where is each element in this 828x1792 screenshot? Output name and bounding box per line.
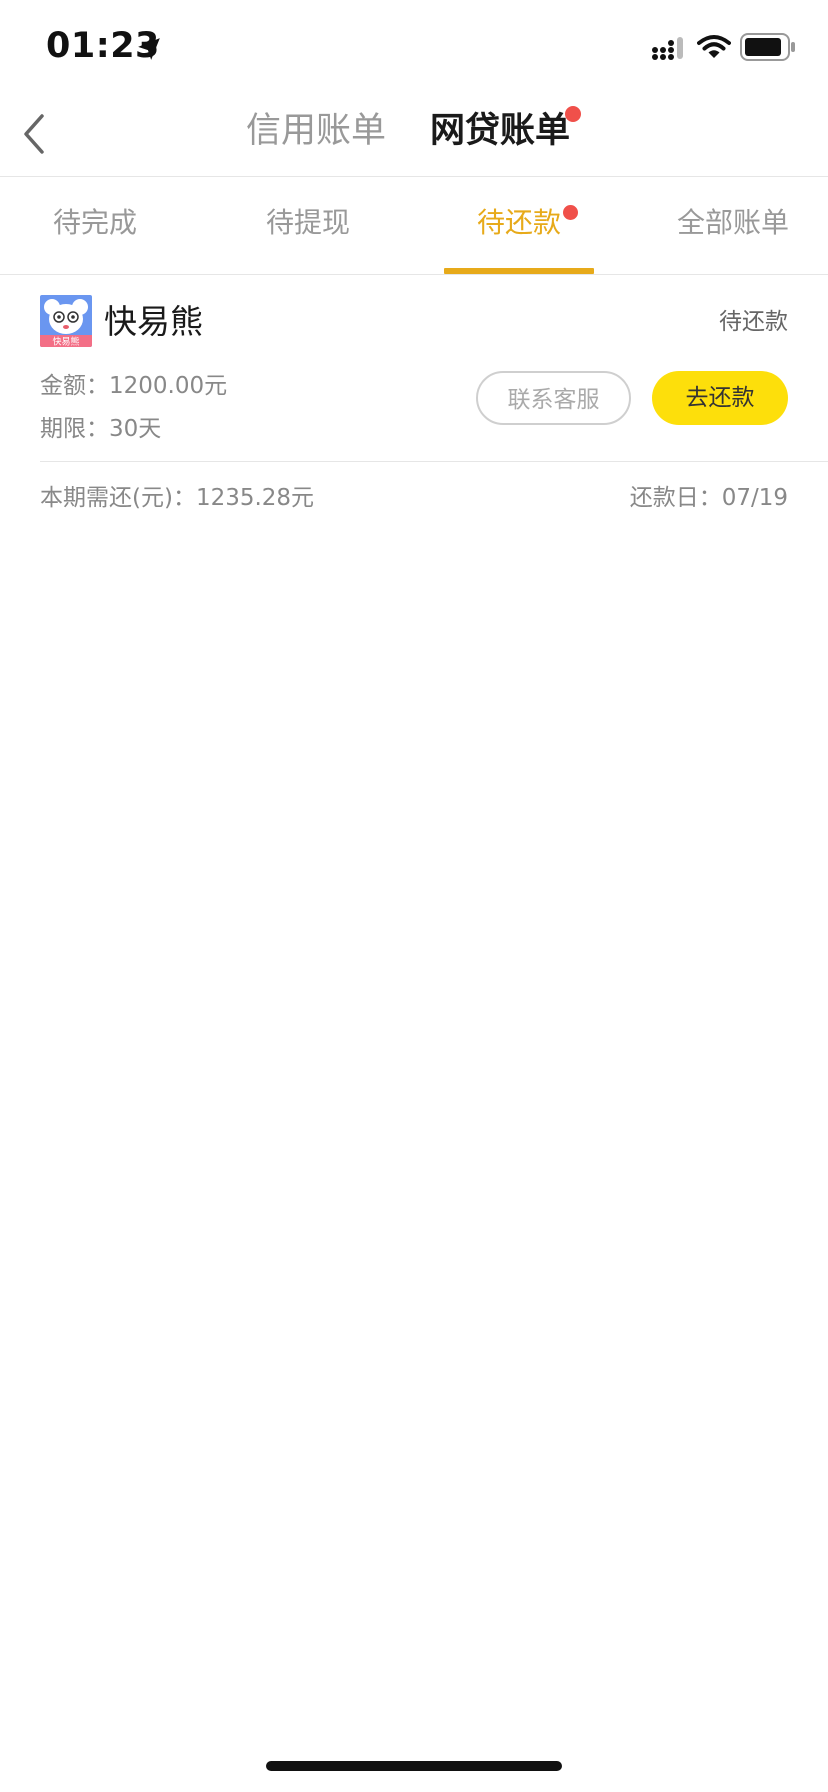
home-indicator[interactable] (266, 1761, 562, 1771)
active-tab-indicator (444, 268, 594, 274)
bill-status-label: 待还款 (719, 309, 788, 335)
location-arrow-icon (138, 38, 160, 60)
back-chevron-icon[interactable] (20, 110, 50, 158)
bill-card[interactable]: 快易熊 快易熊 待还款 金额：1200.00元 期限：30天 联系客服 去还款 … (0, 275, 828, 535)
subtab-pending-completion[interactable]: 待完成 (53, 203, 137, 243)
notification-dot (563, 205, 578, 220)
battery-icon (740, 33, 795, 61)
tab-online-loan-bill[interactable]: 网贷账单 (430, 106, 570, 156)
contact-support-button[interactable]: 联系客服 (476, 371, 631, 425)
tab-credit-bill[interactable]: 信用账单 (246, 106, 386, 156)
repay-button[interactable]: 去还款 (652, 371, 788, 425)
subtab-all-bills[interactable]: 全部账单 (677, 203, 789, 243)
subtab-pending-withdrawal[interactable]: 待提现 (266, 203, 350, 243)
status-bar: 01:23 (0, 0, 828, 92)
divider (40, 461, 828, 462)
loan-term: 期限：30天 (40, 416, 162, 442)
nav-header: 信用账单 网贷账单 (0, 92, 828, 177)
bill-status-tabs: 待完成 待提现 待还款 全部账单 (0, 177, 828, 275)
subtab-pending-repayment[interactable]: 待还款 (477, 203, 561, 243)
loan-amount: 金额：1200.00元 (40, 373, 228, 399)
svg-text:快易熊: 快易熊 (52, 336, 79, 348)
due-amount: 本期需还(元)：1235.28元 (40, 485, 315, 511)
signal-icon (652, 37, 683, 60)
due-date: 还款日：07/19 (629, 485, 788, 511)
wifi-icon (697, 35, 731, 58)
lender-logo-icon: 快易熊 (40, 295, 92, 347)
lender-name: 快易熊 (104, 302, 203, 341)
notification-dot (565, 106, 581, 122)
